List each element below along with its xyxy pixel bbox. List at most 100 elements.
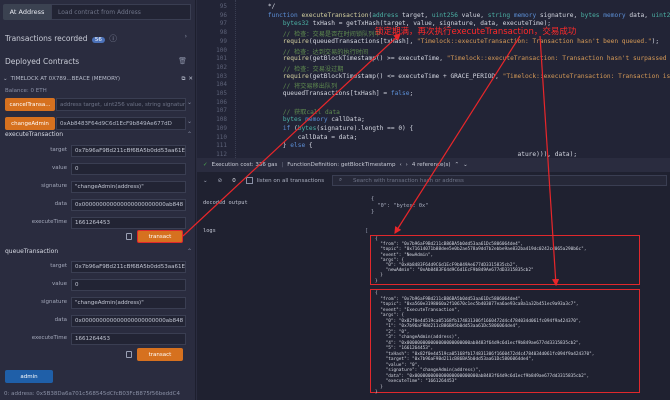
info-icon[interactable]: ⓘ <box>109 34 117 43</box>
chevron-down-icon[interactable]: ⌄ <box>187 118 192 125</box>
queue-signature-input[interactable]: "changeAdmin(address)" <box>71 297 186 309</box>
fold-gutter <box>235 0 245 158</box>
references-count[interactable]: 4 reference(s) <box>412 162 451 168</box>
transactions-count-badge: 56 <box>91 37 105 43</box>
code-line: function executeTransaction(address targ… <box>267 11 670 19</box>
transactions-recorded-header[interactable]: Transactions recorded 56 ⓘ <box>5 33 117 44</box>
line-number: 98 <box>219 29 227 37</box>
decoded-output-value: { "0": "bytes: 0x" } <box>371 196 429 215</box>
param-label: data <box>54 317 67 323</box>
collapse-icon[interactable]: ⌄ <box>203 178 208 184</box>
remix-ide: At Address Load contract from Address Tr… <box>0 0 670 400</box>
execute-transact-button[interactable]: transact <box>137 230 183 243</box>
log-entry-executetransaction: { "from": "0x7b96aF9Bd211cB86BA5b0dd53aa… <box>375 291 595 395</box>
listen-checkbox[interactable] <box>245 177 253 184</box>
line-number: 111 <box>216 142 227 150</box>
close-icon[interactable]: ✕ <box>188 76 193 82</box>
param-label: data <box>54 201 67 207</box>
line-number: 104 <box>216 81 227 89</box>
contract-balance: Balance: 0 ETH <box>5 88 47 94</box>
line-number: 96 <box>219 11 227 19</box>
decoded-output-label: decoded output <box>203 200 248 206</box>
transaction-search-input[interactable]: ⌕ Search with transaction hash or addres… <box>332 175 667 186</box>
execute-time-input[interactable]: 1661264453 <box>71 217 186 229</box>
line-number: 109 <box>216 124 227 132</box>
search-icon: ⌕ <box>339 177 343 183</box>
code-line: // 获取call data <box>282 109 340 117</box>
queue-target-input[interactable]: 0x7b96aF9Bd211cBf6BA5b0dd53aa61E <box>71 261 186 273</box>
code-line: */ <box>253 3 276 10</box>
chevron-right-icon[interactable]: › <box>185 33 187 40</box>
code-line: require(queuedTransactions[txHash], "Tim… <box>282 37 660 45</box>
line-number: 95 <box>219 3 227 10</box>
code-editor[interactable]: 95 */ 96 function executeTransaction(addr… <box>197 0 670 158</box>
log-entry-newadmin: { "from": "0x7b96aF9Bd211cB86BA5b0dd53aa… <box>375 237 587 284</box>
code-line: } else { <box>253 142 313 150</box>
annotation-text: 锁定期满，再次执行executeTransaction，交易成功 <box>375 27 577 37</box>
check-icon: ✓ <box>203 162 208 168</box>
execute-signature-input[interactable]: "changeAdmin(address)" <box>71 181 186 193</box>
queue-time-input[interactable]: 1661264453 <box>71 333 186 345</box>
queue-transaction-title: queueTransaction <box>5 248 59 255</box>
queue-value-input[interactable]: 0 <box>71 279 186 291</box>
logs-label: logs <box>203 228 216 234</box>
deployed-contracts-label: Deployed Contracts <box>5 57 80 66</box>
line-number: 110 <box>216 133 227 141</box>
code-line: // 检查：交易是否在时间锁队列中 <box>282 31 381 39</box>
copy-icon[interactable] <box>126 351 132 358</box>
change-admin-input[interactable]: 0xAb8483F64d9C6d1EcF9b849Ae677dD <box>56 117 186 130</box>
line-number: 103 <box>216 72 227 80</box>
code-line: // 将交易移出队列 <box>282 83 338 91</box>
code-line: queuedTransactions[txHash] = false; <box>253 90 414 97</box>
cancel-transaction-button[interactable]: cancelTransa... <box>5 98 55 111</box>
chevron-right-icon[interactable]: › <box>406 162 408 168</box>
chevron-down-icon[interactable]: ⌄ <box>3 76 8 82</box>
code-line: callData = data; <box>253 133 358 141</box>
logs-bracket: [ <box>365 228 369 234</box>
line-number: 107 <box>216 107 227 115</box>
code-line: require(getBlockTimestamp() >= executeTi… <box>282 55 670 63</box>
terminal-toolbar: ⌄ ⊘ 0 listen on all transactions ⌕ Searc… <box>197 174 670 187</box>
transactions-recorded-label: Transactions recorded <box>5 34 88 43</box>
chevron-down-icon[interactable]: ⌄ <box>463 162 468 168</box>
chevron-left-icon[interactable]: ‹ <box>399 162 401 168</box>
param-label: signature <box>41 299 67 305</box>
queue-transact-button[interactable]: transact <box>137 348 183 361</box>
param-label: executeTime <box>31 335 67 341</box>
deploy-run-panel: At Address Load contract from Address Tr… <box>0 0 196 400</box>
copy-icon[interactable] <box>126 233 132 240</box>
queue-data-input[interactable]: 0x000000000000000000000000ab848 <box>71 315 186 327</box>
deployed-contract-item[interactable]: ⌄ TIMELOCK AT 0X789...BEACE (MEMORY) ⧉ ✕ <box>3 73 193 85</box>
at-address-button[interactable]: At Address <box>3 4 51 20</box>
chevron-up-icon[interactable]: ⌃ <box>455 162 460 168</box>
cancel-transaction-input[interactable]: address target, uint256 value, string si… <box>56 98 186 111</box>
param-label: target <box>50 263 67 269</box>
at-address-input[interactable]: Load contract from Address <box>51 4 191 20</box>
search-placeholder: Search with transaction hash or address <box>353 177 464 184</box>
listen-label: listen on all transactions <box>256 177 325 184</box>
admin-result: 0: address: 0x5B38Da6a701c568545dCfcB03F… <box>4 391 180 397</box>
copy-icon[interactable]: ⧉ <box>181 76 185 83</box>
trash-icon[interactable]: 🗑 <box>178 57 187 65</box>
line-number: 112 <box>216 150 227 158</box>
chevron-down-icon[interactable]: ⌄ <box>187 99 192 106</box>
change-admin-button[interactable]: changeAdmin <box>5 117 55 130</box>
function-definition: FunctionDefinition: getBlockTimestamp <box>287 162 396 168</box>
chevron-up-icon[interactable]: ⌃ <box>187 131 192 138</box>
pending-count: 0 <box>232 177 236 184</box>
terminal-panel: ✓ Execution cost: 336 gas | FunctionDefi… <box>197 158 670 400</box>
line-number: 99 <box>219 37 227 45</box>
param-label: executeTime <box>31 219 67 225</box>
execute-value-input[interactable]: 0 <box>71 163 186 175</box>
contract-label: TIMELOCK AT 0X789...BEACE (MEMORY) <box>10 76 121 82</box>
admin-button[interactable]: admin <box>5 370 53 383</box>
code-line: ature))), data); <box>253 150 578 158</box>
chevron-up-icon[interactable]: ⌃ <box>187 248 192 255</box>
line-number: 102 <box>216 63 227 71</box>
code-line: require(getBlockTimestamp() <= executeTi… <box>282 72 670 80</box>
param-label: target <box>50 147 67 153</box>
execute-target-input[interactable]: 0x7b96aF9Bd211cBf6BA5b0dd53aa61E <box>71 145 186 157</box>
execute-data-input[interactable]: 0x000000000000000000000000ab848 <box>71 199 186 211</box>
clear-console-icon[interactable]: ⊘ <box>218 178 223 184</box>
param-label: signature <box>41 183 67 189</box>
